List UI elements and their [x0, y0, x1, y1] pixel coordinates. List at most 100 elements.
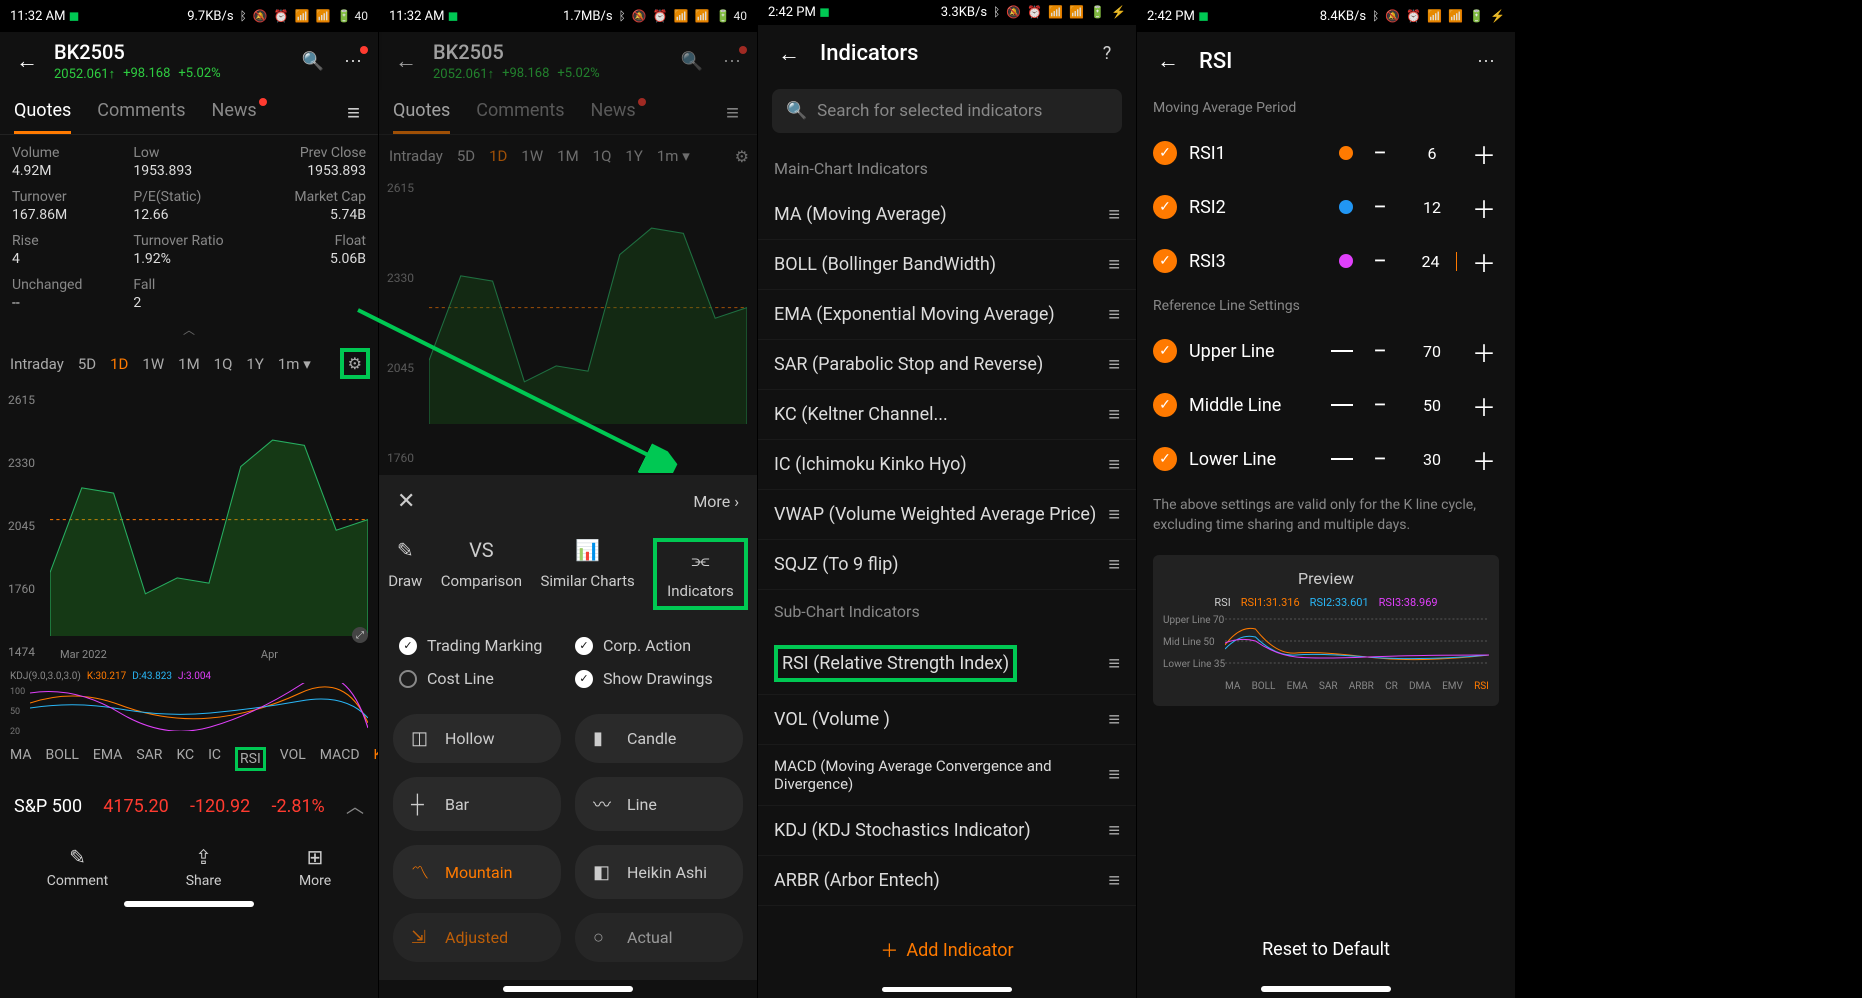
search-button[interactable]: 🔍 — [298, 46, 328, 76]
ind-row-kc[interactable]: KC (Keltner Channel...≡ — [758, 390, 1136, 440]
similar-charts-button[interactable]: 📊Similar Charts — [540, 538, 634, 610]
ind-row-kdj[interactable]: KDJ (KDJ Stochastics Indicator)≡ — [758, 806, 1136, 856]
tf-1w[interactable]: 1W — [519, 145, 545, 167]
tf-1m[interactable]: 1M — [555, 145, 581, 167]
ind-rsi[interactable]: RSI — [235, 747, 266, 771]
drag-icon[interactable]: ≡ — [1108, 552, 1120, 577]
minus-button[interactable]: − — [1365, 246, 1395, 276]
drag-icon[interactable]: ≡ — [1108, 762, 1120, 787]
chart-settings-button[interactable]: ⚙ — [735, 147, 749, 166]
ind-ma[interactable]: MA — [10, 747, 31, 771]
ind-row-arbr[interactable]: ARBR (Arbor Entech)≡ — [758, 856, 1136, 906]
menu-button[interactable]: ≡ — [347, 100, 360, 134]
ind-macd[interactable]: MACD — [320, 747, 360, 771]
comparison-button[interactable]: VSComparison — [441, 538, 522, 610]
ind-row-ic[interactable]: IC (Ichimoku Kinko Hyo)≡ — [758, 440, 1136, 490]
comment-button[interactable]: ✎Comment — [47, 845, 108, 889]
tab-comments[interactable]: Comments — [476, 100, 564, 134]
check-toggle[interactable]: ✓ — [1153, 195, 1177, 219]
more-button[interactable]: ⋯ — [717, 46, 747, 76]
tf-1y[interactable]: 1Y — [623, 145, 644, 167]
ind-row-vol[interactable]: VOL (Volume )≡ — [758, 695, 1136, 745]
ind-row-sqjz[interactable]: SQJZ (To 9 flip)≡ — [758, 540, 1136, 590]
drag-icon[interactable]: ≡ — [1108, 402, 1120, 427]
tf-intraday[interactable]: Intraday — [8, 353, 66, 375]
minus-button[interactable]: − — [1365, 390, 1395, 420]
back-button[interactable]: ← — [772, 37, 806, 71]
ind-row-macd[interactable]: MACD (Moving Average Convergence and Div… — [758, 745, 1136, 806]
expand-button[interactable]: ⤢ — [352, 627, 368, 643]
plus-button[interactable]: ＋ — [1469, 336, 1499, 366]
ind-ic[interactable]: IC — [208, 747, 221, 771]
mountain-button[interactable]: 〽Mountain — [393, 845, 561, 899]
line-style-swatch[interactable] — [1331, 404, 1353, 406]
tf-1q[interactable]: 1Q — [212, 353, 235, 375]
drag-icon[interactable]: ≡ — [1108, 302, 1120, 327]
plus-button[interactable]: ＋ — [1469, 246, 1499, 276]
drag-icon[interactable]: ≡ — [1108, 252, 1120, 277]
color-swatch[interactable] — [1339, 200, 1353, 214]
bar-button[interactable]: ┼Bar — [393, 777, 561, 831]
share-button[interactable]: ⇪Share — [186, 845, 222, 889]
ind-row-boll[interactable]: BOLL (Bollinger BandWidth)≡ — [758, 240, 1136, 290]
line-button[interactable]: 〰Line — [575, 777, 743, 831]
line-style-swatch[interactable] — [1331, 458, 1353, 460]
minus-button[interactable]: − — [1365, 138, 1395, 168]
ind-kdj[interactable]: KDJ — [374, 747, 379, 771]
ind-row-ma[interactable]: MA (Moving Average)≡ — [758, 190, 1136, 240]
ind-sar[interactable]: SAR — [136, 747, 162, 771]
back-button[interactable]: ← — [1151, 44, 1185, 78]
check-toggle[interactable]: ✓ — [1153, 447, 1177, 471]
minus-button[interactable]: − — [1365, 192, 1395, 222]
tf-1q[interactable]: 1Q — [591, 145, 614, 167]
cost-line-toggle[interactable]: Cost Line — [399, 669, 561, 688]
drag-icon[interactable]: ≡ — [1108, 202, 1120, 227]
menu-button[interactable]: ≡ — [726, 100, 739, 134]
color-swatch[interactable] — [1339, 146, 1353, 160]
draw-button[interactable]: ✎Draw — [388, 538, 422, 610]
plus-button[interactable]: ＋ — [1469, 192, 1499, 222]
check-toggle[interactable]: ✓ — [1153, 249, 1177, 273]
ind-row-sar[interactable]: SAR (Parabolic Stop and Reverse)≡ — [758, 340, 1136, 390]
ind-row-ema[interactable]: EMA (Exponential Moving Average)≡ — [758, 290, 1136, 340]
tab-quotes[interactable]: Quotes — [14, 100, 71, 134]
index-bar[interactable]: S&P 500 4175.20 -120.92 -2.81% ︿ — [0, 779, 378, 833]
tab-quotes[interactable]: Quotes — [393, 100, 450, 134]
ind-boll[interactable]: BOLL — [45, 747, 78, 771]
search-input[interactable]: 🔍 Search for selected indicators — [772, 89, 1122, 133]
ind-row-cr[interactable]: CR (CR Indicator)≡ — [758, 906, 1136, 920]
param-value[interactable]: 6 — [1407, 144, 1457, 163]
search-button[interactable]: 🔍 — [677, 46, 707, 76]
indicators-button[interactable]: ⫘Indicators — [653, 538, 748, 610]
drag-icon[interactable]: ≡ — [1108, 352, 1120, 377]
price-chart[interactable]: 2615 2330 2045 1760 1474 Mar 2022 Apr ⤢ — [0, 389, 378, 669]
plus-button[interactable]: ＋ — [1469, 138, 1499, 168]
show-drawings-toggle[interactable]: ✓Show Drawings — [575, 669, 737, 688]
check-toggle[interactable]: ✓ — [1153, 141, 1177, 165]
tf-1min[interactable]: 1m ▾ — [655, 145, 692, 167]
actual-button[interactable]: ○Actual — [575, 913, 743, 962]
drag-icon[interactable]: ≡ — [1108, 452, 1120, 477]
ind-ema[interactable]: EMA — [93, 747, 122, 771]
tf-1w[interactable]: 1W — [140, 353, 166, 375]
tab-news[interactable]: News — [591, 100, 636, 134]
collapse-button[interactable]: ︿ — [0, 321, 378, 338]
tf-5d[interactable]: 5D — [455, 145, 477, 167]
moremenu-button[interactable]: ⊞More — [299, 845, 331, 889]
drag-icon[interactable]: ≡ — [1108, 868, 1120, 893]
tf-intraday[interactable]: Intraday — [387, 145, 445, 167]
hollow-button[interactable]: ◫Hollow — [393, 714, 561, 763]
tf-1d[interactable]: 1D — [487, 145, 509, 167]
tf-1y[interactable]: 1Y — [244, 353, 265, 375]
candle-button[interactable]: ▮Candle — [575, 714, 743, 763]
corp-action-toggle[interactable]: ✓Corp. Action — [575, 636, 737, 655]
tab-comments[interactable]: Comments — [97, 100, 185, 134]
tf-1m[interactable]: 1M — [176, 353, 202, 375]
ind-row-rsi[interactable]: RSI (Relative Strength Index)≡ — [758, 633, 1136, 695]
more-button[interactable]: ⋯ — [1471, 46, 1501, 76]
more-button[interactable]: ⋯ — [338, 46, 368, 76]
ind-row-vwap[interactable]: VWAP (Volume Weighted Average Price)≡ — [758, 490, 1136, 540]
back-button[interactable]: ← — [389, 44, 423, 78]
heikinashi-button[interactable]: ◧Heikin Ashi — [575, 845, 743, 899]
line-style-swatch[interactable] — [1331, 350, 1353, 352]
